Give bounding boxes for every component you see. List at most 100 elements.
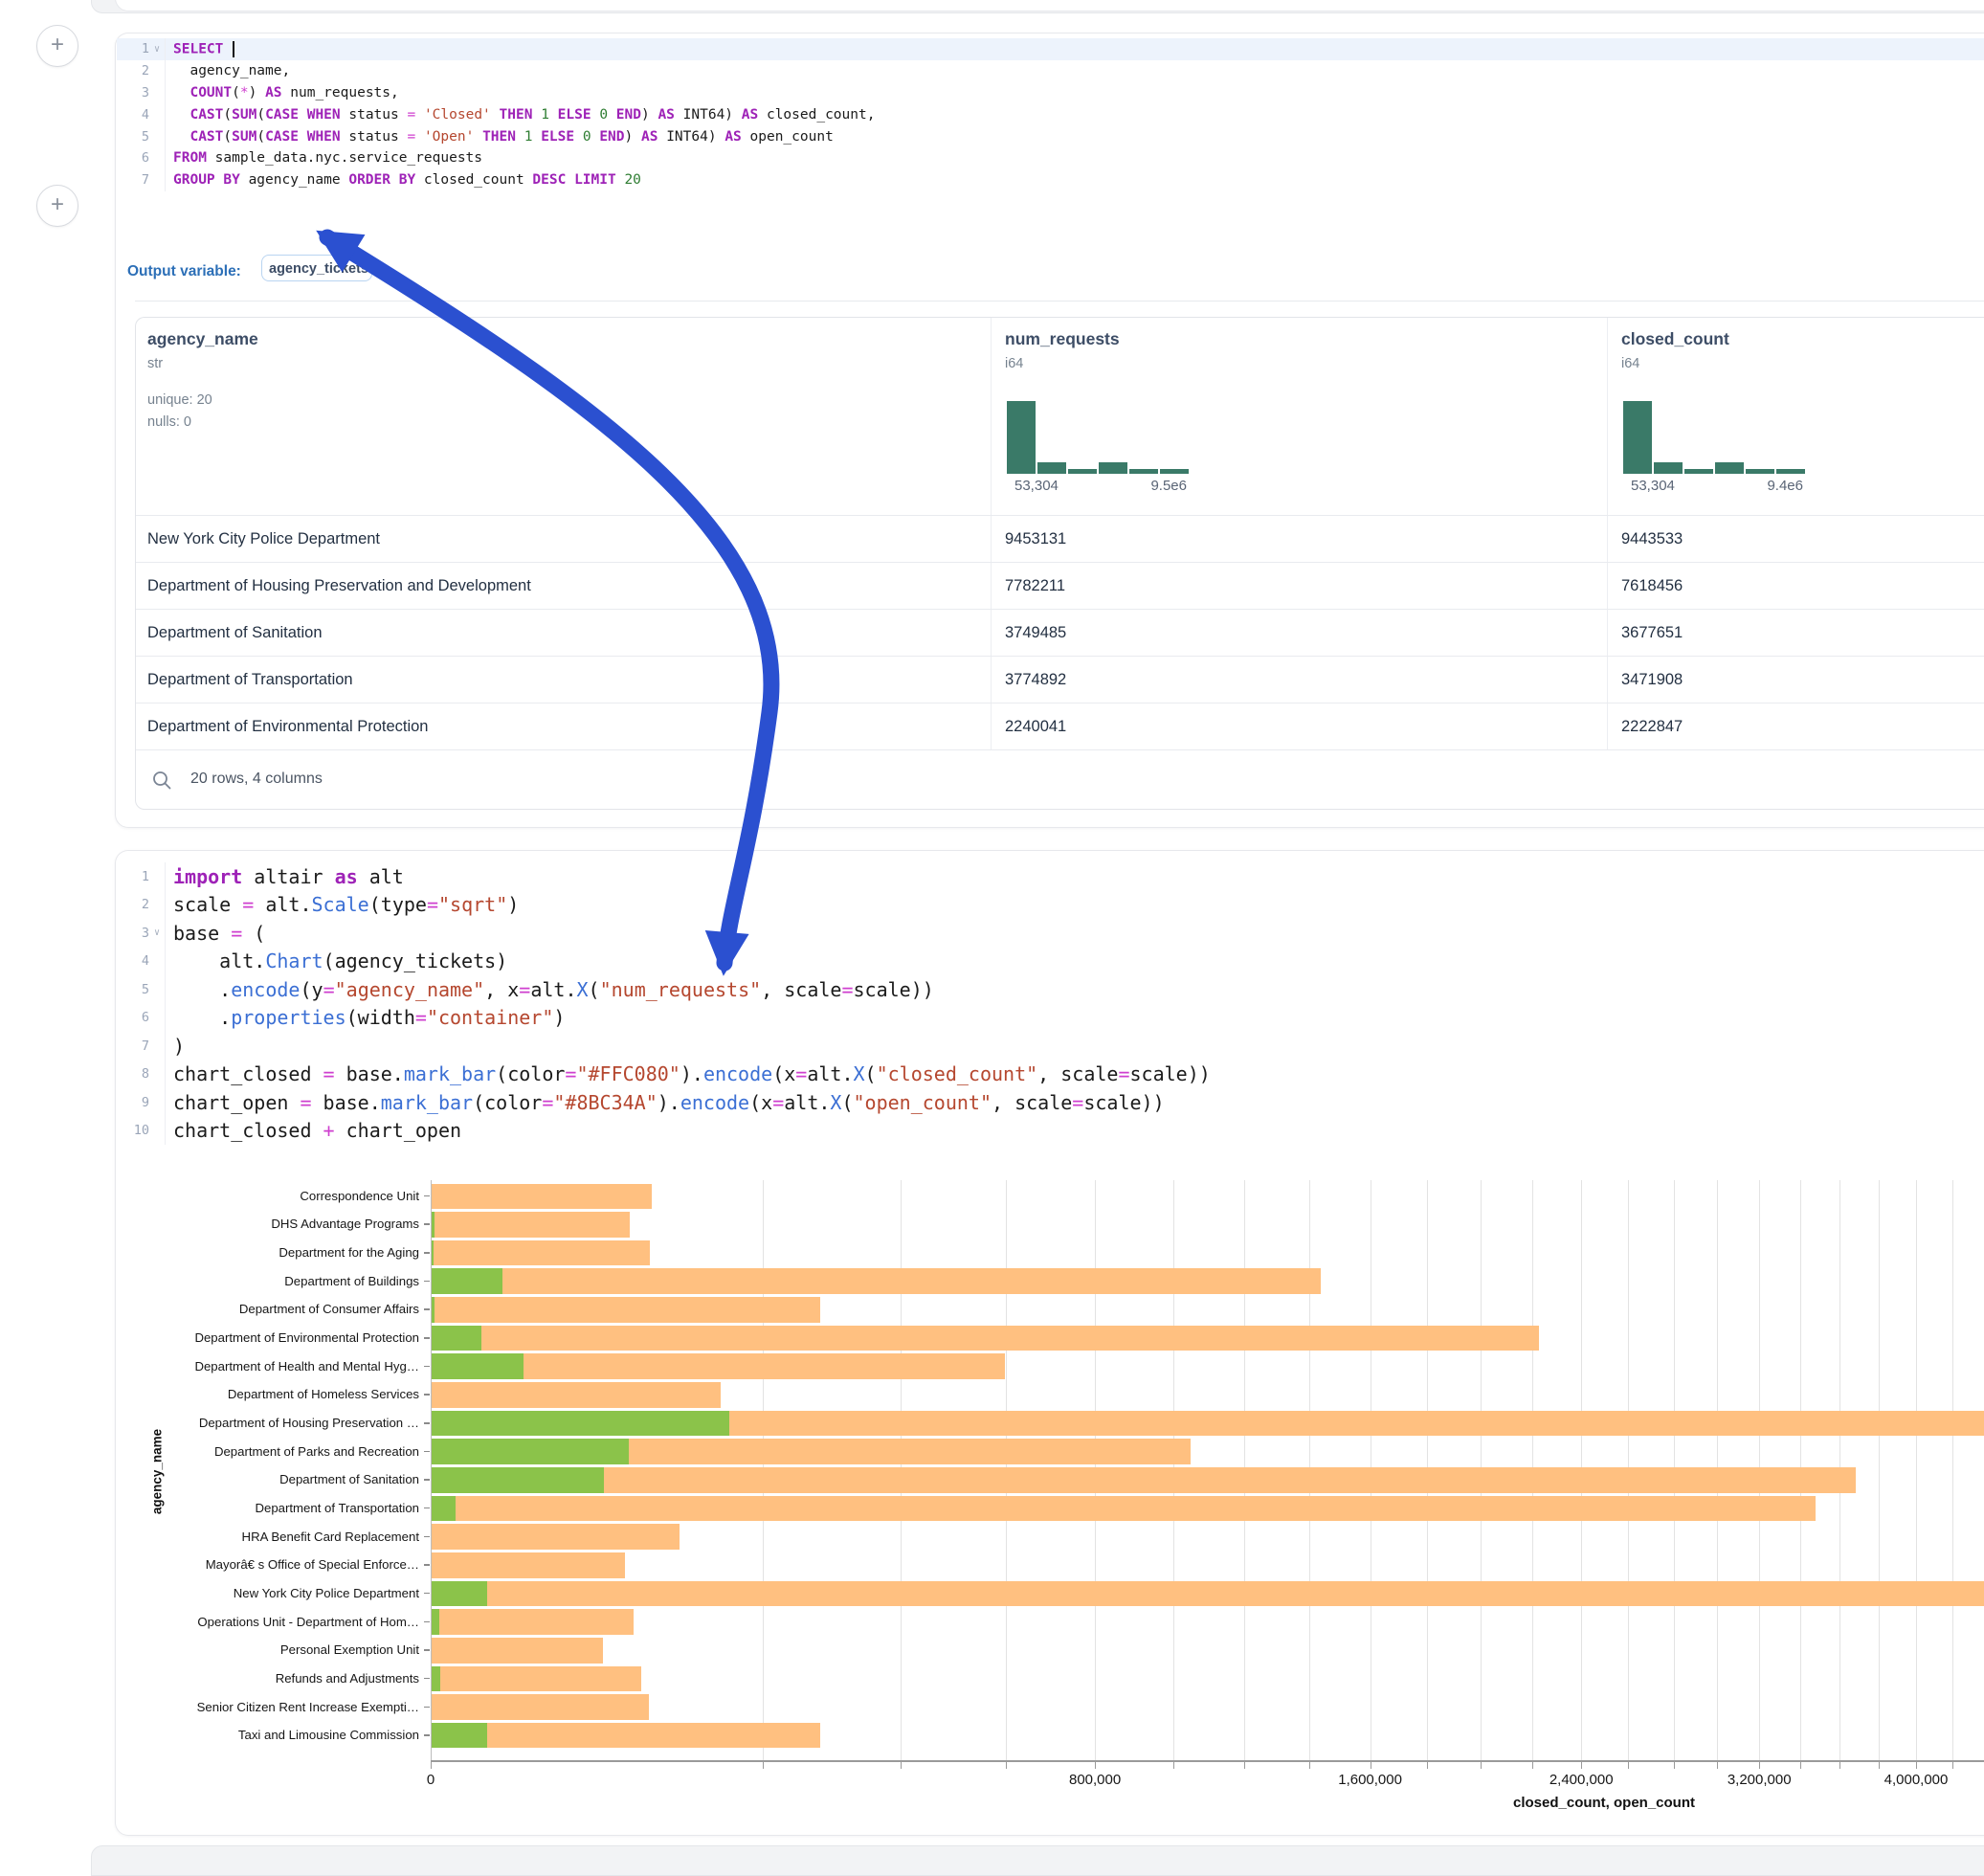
code-token: THEN bbox=[482, 129, 516, 145]
code-token bbox=[223, 41, 232, 56]
gutter-separator bbox=[165, 82, 166, 104]
chart-bar-closed bbox=[432, 1467, 1856, 1493]
closed-count-histogram: 53,304 9.4e6 bbox=[1623, 399, 1805, 490]
histogram-bar bbox=[1746, 469, 1774, 474]
table-cell: 3677651 bbox=[1621, 610, 1683, 657]
sql-code-editor[interactable]: 1∨SELECT 2 agency_name,3 COUNT(*) AS num… bbox=[117, 38, 1984, 191]
code-token: AS bbox=[641, 129, 658, 145]
add-cell-button-middle[interactable]: + bbox=[36, 185, 78, 227]
chart-bar-closed bbox=[432, 1552, 625, 1578]
table-cell: 3471908 bbox=[1621, 657, 1683, 704]
chart-x-tick bbox=[1309, 1762, 1310, 1769]
column-header-num-requests[interactable]: num_requests bbox=[1005, 329, 1120, 349]
chart-x-tick bbox=[1717, 1762, 1718, 1769]
chart-x-tick bbox=[763, 1762, 764, 1769]
chart-category-label: Department of Health and Mental Hyg… bbox=[116, 1359, 419, 1374]
chart-x-axis-line bbox=[431, 1760, 1984, 1762]
chart-y-tick bbox=[424, 1734, 430, 1736]
chart-bar-open bbox=[432, 1326, 481, 1351]
chart-bar-closed bbox=[432, 1326, 1539, 1351]
code-token: CAST bbox=[189, 107, 223, 123]
code-token: LIMIT bbox=[574, 172, 616, 188]
code-token: DESC bbox=[532, 172, 566, 188]
code-token bbox=[415, 129, 424, 145]
histogram-bar bbox=[1068, 469, 1097, 474]
chart-bar-open bbox=[432, 1411, 729, 1437]
histogram-max-label: 9.4e6 bbox=[1767, 478, 1803, 494]
code-token: SUM bbox=[232, 107, 256, 123]
code-token: CASE bbox=[265, 129, 299, 145]
chart-bar-closed bbox=[432, 1666, 641, 1692]
chart-category-label: Department of Homeless Services bbox=[116, 1387, 419, 1401]
code-line: 2 agency_name, bbox=[117, 60, 1984, 82]
code-token bbox=[299, 129, 307, 145]
histogram-bar bbox=[1160, 469, 1189, 474]
chart-y-tick bbox=[424, 1649, 430, 1651]
search-icon[interactable] bbox=[151, 770, 172, 791]
gutter-separator bbox=[165, 169, 166, 191]
code-token: 1 bbox=[541, 107, 549, 123]
line-number: 6 bbox=[117, 150, 149, 166]
code-token: ) bbox=[249, 85, 265, 100]
chart-y-tick bbox=[424, 1394, 430, 1396]
chart-bar-closed bbox=[432, 1609, 634, 1635]
python-cell-card: 1import altair as alt2scale = alt.Scale(… bbox=[115, 850, 1984, 1836]
altair-chart: agency_name closed_count, open_count Cor… bbox=[116, 851, 1984, 1835]
cell-divider bbox=[135, 301, 1984, 302]
chart-x-tick-label: 800,000 bbox=[1069, 1772, 1121, 1788]
table-row[interactable]: Department of Housing Preservation and D… bbox=[136, 562, 1984, 610]
code-text: FROM sample_data.nyc.service_requests bbox=[173, 150, 482, 166]
table-row[interactable]: Department of Sanitation37494853677651 bbox=[136, 609, 1984, 657]
chart-y-tick bbox=[424, 1223, 430, 1225]
column-header-closed-count[interactable]: closed_count bbox=[1621, 329, 1729, 349]
table-row[interactable]: Department of Environmental Protection22… bbox=[136, 703, 1984, 750]
chart-bar-closed bbox=[432, 1268, 1321, 1294]
table-row[interactable]: Department of Transportation377489234719… bbox=[136, 656, 1984, 704]
chart-category-label: Personal Exemption Unit bbox=[116, 1642, 419, 1657]
line-number: 2 bbox=[117, 63, 149, 78]
code-token: ( bbox=[256, 129, 265, 145]
line-number: 7 bbox=[117, 172, 149, 188]
code-token bbox=[532, 129, 541, 145]
code-token: = bbox=[407, 107, 415, 123]
code-token: sample_data.nyc.service_requests bbox=[207, 150, 482, 166]
gutter-separator bbox=[165, 60, 166, 82]
add-cell-button-top[interactable]: + bbox=[36, 25, 78, 67]
chart-x-tick bbox=[901, 1762, 902, 1769]
code-token bbox=[516, 129, 524, 145]
table-cell: 7618456 bbox=[1621, 563, 1683, 610]
code-token: ORDER BY bbox=[348, 172, 415, 188]
fold-chevron-icon[interactable]: ∨ bbox=[149, 44, 165, 55]
chart-bar-open bbox=[432, 1467, 604, 1493]
line-number: 3 bbox=[117, 85, 149, 100]
table-row[interactable]: New York City Police Department945313194… bbox=[136, 515, 1984, 563]
chart-y-tick bbox=[424, 1536, 430, 1538]
table-cell: Department of Environmental Protection bbox=[147, 704, 428, 750]
gutter-separator bbox=[165, 38, 166, 60]
histogram-min-label: 53,304 bbox=[1631, 478, 1675, 494]
code-token: AS bbox=[742, 107, 758, 123]
code-token: SUM bbox=[232, 129, 256, 145]
histogram-bar bbox=[1099, 462, 1127, 474]
chart-bar-open bbox=[432, 1212, 435, 1238]
chart-y-tick bbox=[424, 1337, 430, 1339]
chart-bar-closed bbox=[432, 1240, 650, 1266]
code-token: ( bbox=[223, 107, 232, 123]
code-token: status bbox=[341, 107, 408, 123]
code-token: ( bbox=[232, 85, 240, 100]
chart-y-tick bbox=[424, 1451, 430, 1453]
chart-y-tick bbox=[424, 1593, 430, 1595]
column-header-agency-name[interactable]: agency_name bbox=[147, 329, 258, 349]
line-number: 5 bbox=[117, 129, 149, 145]
code-token: agency_name, bbox=[173, 63, 290, 78]
histogram-min-label: 53,304 bbox=[1014, 478, 1059, 494]
chart-category-label: Department of Housing Preservation … bbox=[116, 1416, 419, 1430]
output-variable-input[interactable]: agency_tickets bbox=[261, 255, 372, 281]
chart-category-label: Department of Transportation bbox=[116, 1501, 419, 1515]
chart-x-tick bbox=[1006, 1762, 1007, 1769]
chart-x-tick bbox=[1916, 1762, 1917, 1769]
chart-x-tick-label: 3,200,000 bbox=[1728, 1772, 1792, 1788]
chart-x-tick bbox=[1628, 1762, 1629, 1769]
text-cursor bbox=[233, 41, 234, 57]
histogram-bar bbox=[1037, 462, 1066, 474]
